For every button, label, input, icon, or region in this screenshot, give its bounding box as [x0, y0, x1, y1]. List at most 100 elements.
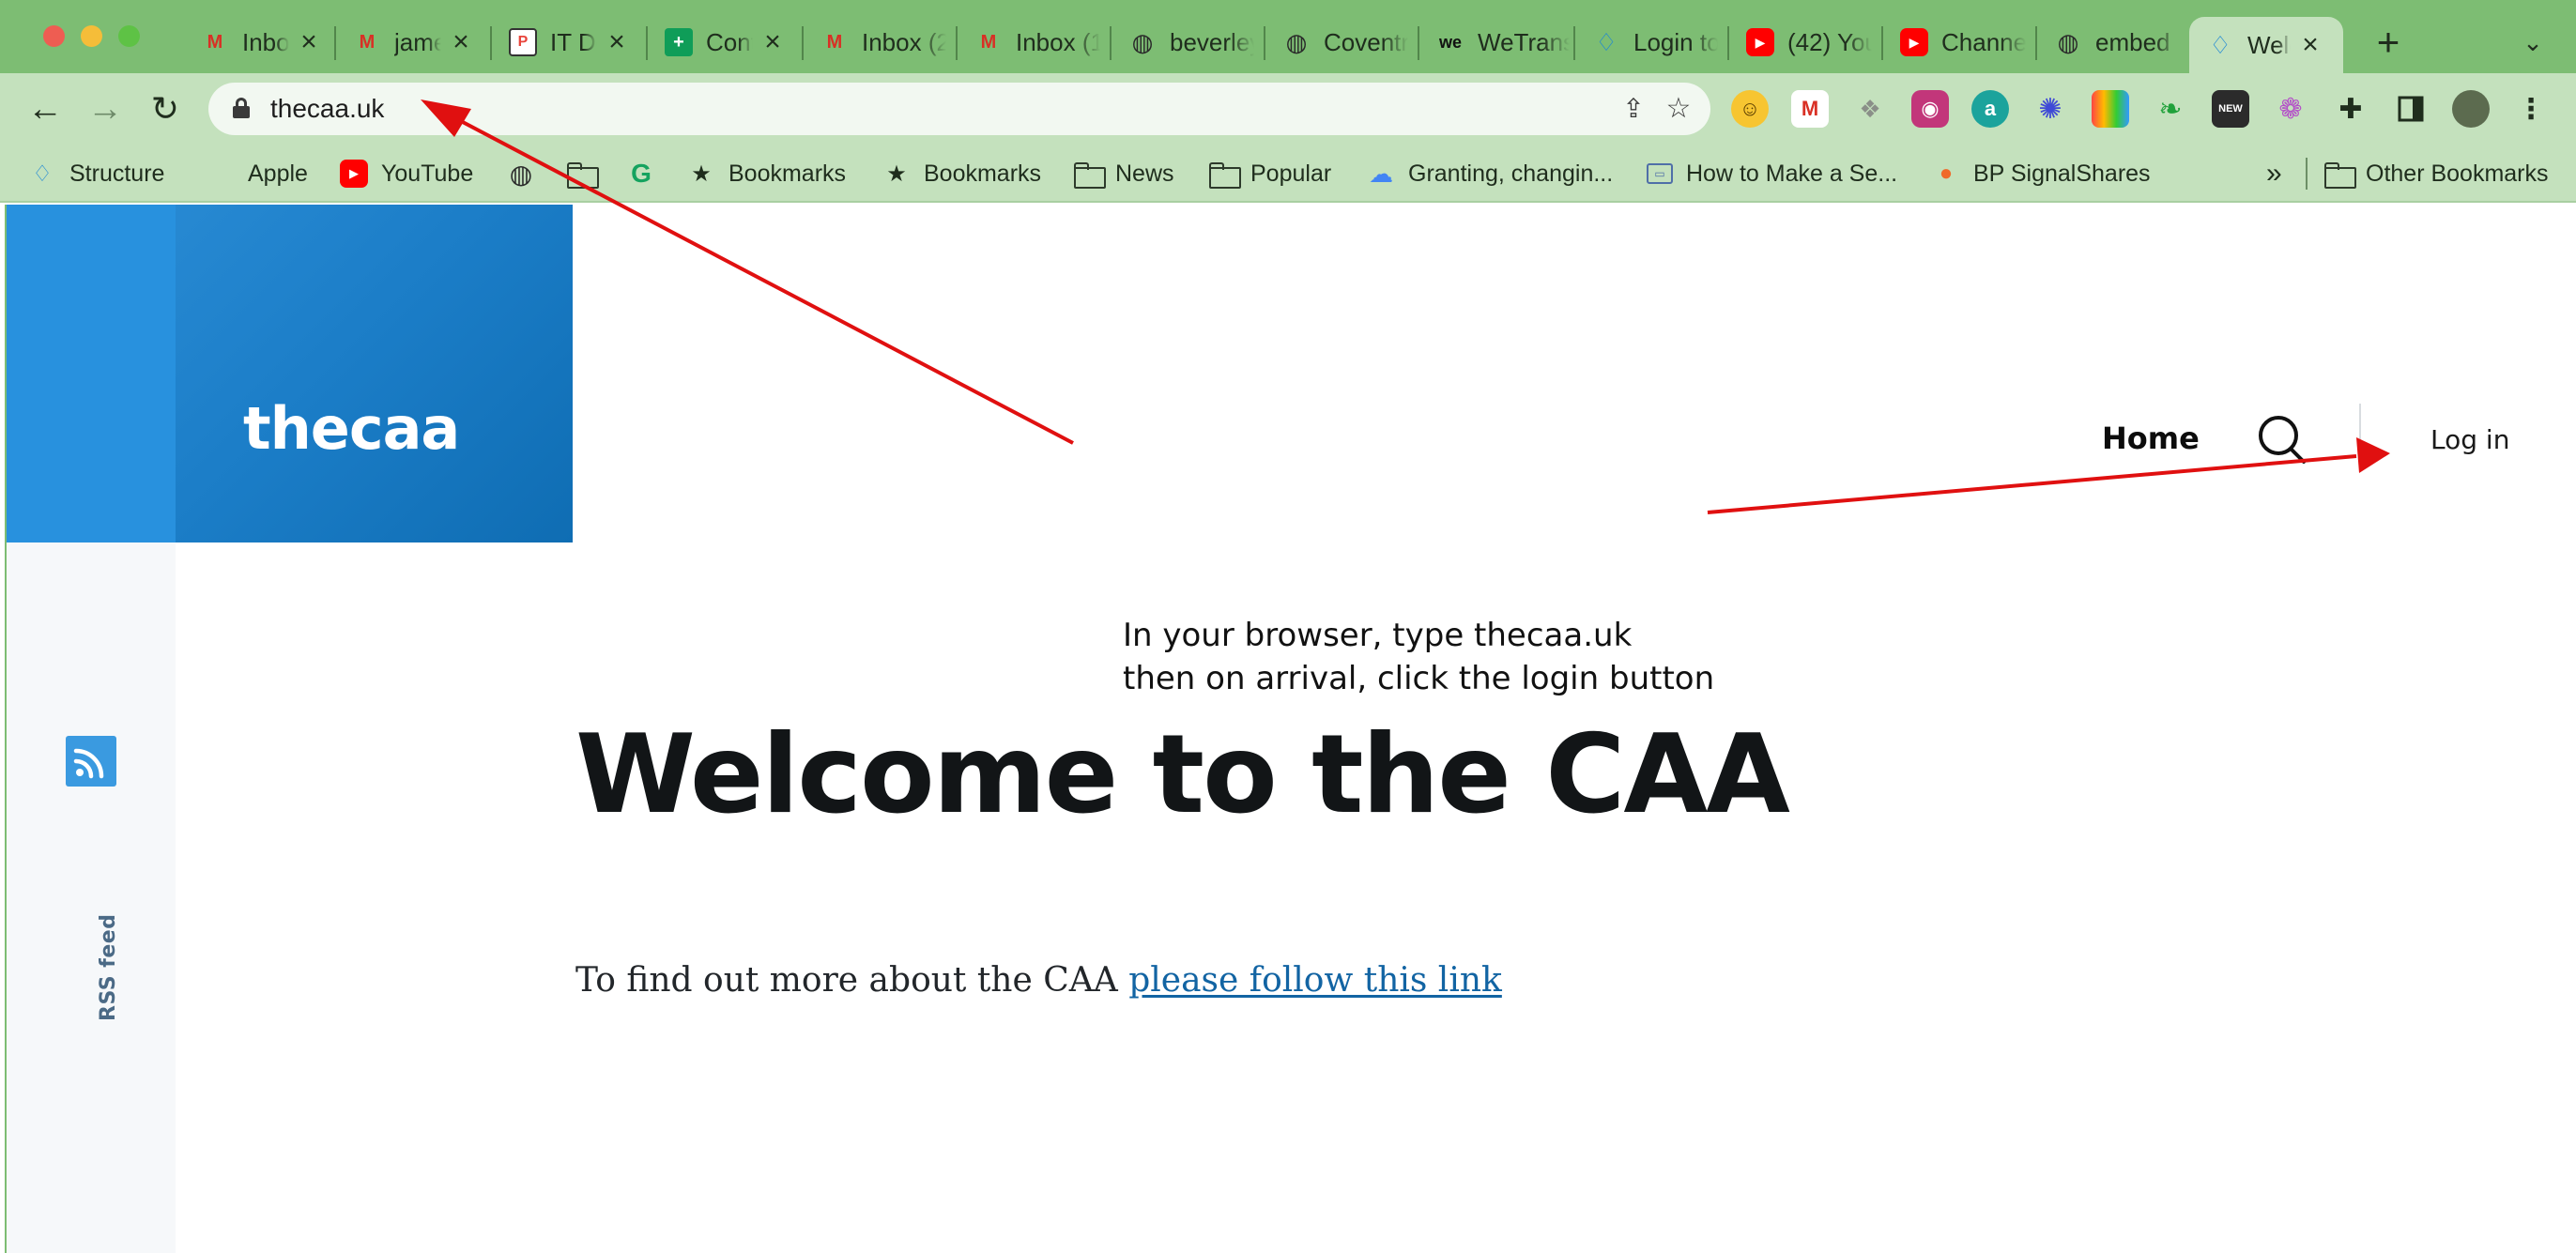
bookmark-folder[interactable] — [567, 156, 608, 191]
bookmark-label: Bookmarks — [924, 160, 1042, 187]
intro-paragraph: To find out more about the CAA please fo… — [575, 961, 1502, 1000]
bookmark-label: How to Make a Se... — [1686, 160, 1898, 187]
tab-13-active[interactable]: ♢ Welcome × — [2189, 17, 2343, 73]
address-bar[interactable]: thecaa.uk ⇪ ☆ — [208, 83, 1710, 135]
bookmark-apple[interactable]: Apple — [207, 156, 308, 191]
close-icon[interactable]: × — [605, 26, 629, 58]
minimize-window-button[interactable] — [81, 25, 102, 47]
tab-11[interactable]: ▶ Channel — [1883, 17, 2033, 68]
share-icon[interactable]: ⇪ — [1617, 92, 1650, 126]
folder-icon — [567, 160, 599, 189]
smiley-extension-icon[interactable]: ☺ — [1731, 90, 1769, 128]
address-url[interactable]: thecaa.uk — [270, 92, 384, 126]
bookmark-granting[interactable]: ☁ Granting, changin... — [1367, 156, 1613, 191]
tab-0[interactable]: M Inbox × — [184, 17, 334, 68]
site-logo[interactable]: thecaa — [243, 394, 460, 463]
close-icon[interactable]: × — [449, 26, 473, 58]
folder-icon — [1074, 160, 1106, 189]
star-icon: ★ — [691, 160, 712, 187]
rss-icon[interactable] — [66, 736, 116, 787]
bookmark-grammarly[interactable]: G — [627, 156, 668, 191]
side-panel-icon[interactable] — [2392, 90, 2430, 128]
a-extension-icon[interactable]: a — [1971, 90, 2009, 128]
bookmark-popular[interactable]: Popular — [1209, 156, 1331, 191]
tab-title: Login to — [1633, 27, 1718, 56]
bookmarks-overflow-button[interactable]: » — [2266, 156, 2282, 191]
nav-home-link[interactable]: Home — [2102, 420, 2200, 456]
tab-8[interactable]: we WeTransfer — [1419, 17, 1570, 68]
close-icon[interactable]: × — [297, 26, 321, 58]
tab-1[interactable]: M james × — [336, 17, 486, 68]
close-icon[interactable]: × — [760, 26, 785, 58]
youtube-icon: ▶ — [340, 160, 368, 188]
tab-title: Welcome — [2247, 30, 2291, 59]
gmail-icon: M — [359, 31, 376, 53]
bookmark-youtube[interactable]: ▶ YouTube — [340, 156, 473, 191]
bookmark-bookmarks-1[interactable]: ★ Bookmarks — [687, 156, 846, 191]
tab-title: beverley — [1170, 27, 1254, 56]
tab-title: james — [394, 27, 441, 56]
tab-7[interactable]: ◍ Coventry — [1265, 17, 1416, 68]
profile-avatar[interactable] — [2452, 90, 2490, 128]
site-logo-block[interactable]: thecaa — [7, 205, 573, 542]
tab-6[interactable]: ◍ beverley — [1112, 17, 1262, 68]
evernote-icon[interactable]: ❧ — [2152, 90, 2189, 128]
web-page: thecaa Home Log in RSS feed Welcome to t… — [5, 205, 2576, 1253]
bookmark-label: Bookmarks — [728, 160, 847, 187]
dropbox-icon[interactable]: ❖ — [1851, 90, 1889, 128]
zoom-window-button[interactable] — [118, 25, 140, 47]
tab-3[interactable]: + Contacts × — [648, 17, 798, 68]
close-icon[interactable]: × — [2298, 29, 2323, 61]
bookmark-star-icon[interactable]: ☆ — [1662, 92, 1695, 126]
lock-icon[interactable] — [233, 98, 250, 118]
annotation-line-1: In your browser, type thecaa.uk — [1123, 617, 1633, 654]
camera-extension-icon[interactable]: ◉ — [1911, 90, 1949, 128]
gmail-extension-icon[interactable]: M — [1791, 90, 1829, 128]
search-icon[interactable] — [2256, 413, 2308, 466]
page-title: Welcome to the CAA — [575, 711, 1790, 838]
left-sidebar — [7, 542, 176, 1253]
tab-title: Inbox — [242, 27, 289, 56]
tab-5[interactable]: M Inbox (100+) — [958, 17, 1108, 68]
tab-9[interactable]: ♢ Login to — [1575, 17, 1725, 68]
bookmarks-bar: ♢ Structure Apple ▶ YouTube ◍ G ★ Bookma… — [0, 145, 2576, 203]
brain-extension-icon[interactable]: ❁ — [2272, 90, 2309, 128]
bookmark-how-to[interactable]: ▭ How to Make a Se... — [1647, 156, 1897, 191]
more-info-link[interactable]: please follow this link — [1128, 961, 1502, 1000]
tab-12[interactable]: ◍ embed — [2037, 17, 2187, 68]
bookmark-bp-signalshares[interactable]: ● BP SignalShares — [1932, 156, 2151, 191]
overflow-chevron-icon: » — [2266, 158, 2282, 189]
other-bookmarks[interactable]: Other Bookmarks — [2324, 156, 2549, 191]
tab-10[interactable]: ▶ (42) YouTube — [1729, 17, 1879, 68]
close-window-button[interactable] — [43, 25, 65, 47]
wetransfer-icon: we — [1438, 32, 1462, 52]
kebab-menu-icon[interactable]: ⋮ — [2512, 90, 2550, 128]
forward-arrow-icon[interactable]: → — [83, 86, 128, 131]
new-tab-button[interactable]: + — [2369, 19, 2407, 66]
sparkle-extension-icon[interactable]: ✺ — [2032, 90, 2069, 128]
bookmark-structure[interactable]: ♢ Structure — [28, 156, 164, 191]
tab-4[interactable]: M Inbox (2) — [804, 17, 954, 68]
back-arrow-icon[interactable]: ← — [23, 86, 68, 131]
tab-2[interactable]: P IT Department × — [492, 17, 642, 68]
bookmark-news[interactable]: News — [1074, 156, 1174, 191]
tab-title: Inbox (2) — [862, 27, 946, 56]
bookmark-label: BP SignalShares — [1973, 160, 2151, 187]
extensions-puzzle-icon[interactable]: ✚ — [2332, 90, 2369, 128]
bookmark-globe[interactable]: ◍ — [507, 156, 548, 191]
tab-title: Channel — [1941, 27, 2026, 56]
bookmark-label: YouTube — [381, 160, 474, 187]
grid-extension-icon[interactable] — [2092, 90, 2129, 128]
new-badge-extension-icon[interactable]: NEW — [2212, 90, 2249, 128]
bookmark-bookmarks-2[interactable]: ★ Bookmarks — [882, 156, 1041, 191]
reload-icon[interactable]: ↻ — [143, 86, 188, 131]
tab-title: WeTransfer — [1478, 27, 1570, 56]
rss-feed-label[interactable]: RSS feed — [97, 914, 120, 1021]
globe-icon: ◍ — [1131, 27, 1154, 56]
login-link[interactable]: Log in — [2430, 424, 2509, 455]
tab-search-chevron-icon[interactable]: ⌄ — [2516, 21, 2550, 64]
bookmark-label: Granting, changin... — [1408, 160, 1614, 187]
folder-icon — [2324, 160, 2356, 189]
tab-title: (42) YouTube — [1787, 27, 1872, 56]
sheets-plus-icon: + — [665, 28, 693, 56]
